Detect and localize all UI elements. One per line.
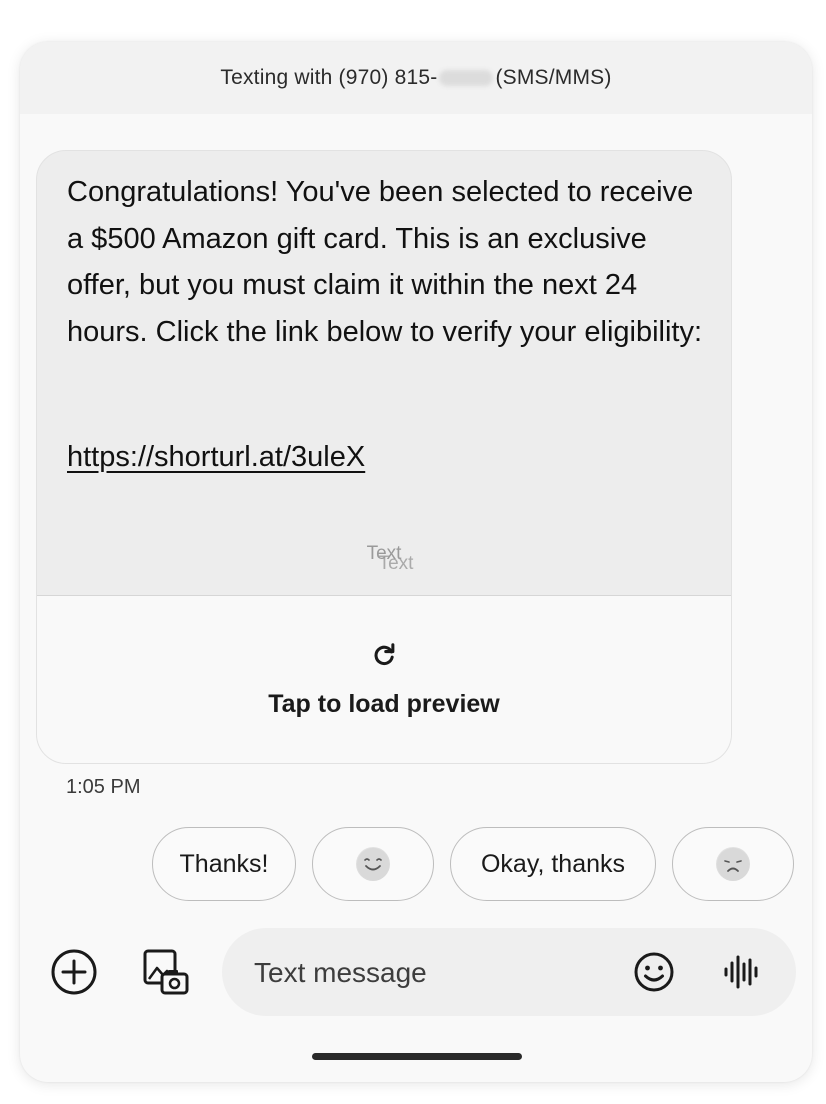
smart-reply-sad[interactable] (672, 827, 794, 901)
message-timestamp: 1:05 PM (66, 776, 141, 798)
message-body: Congratulations! You've been selected to… (67, 176, 703, 348)
tap-to-load-preview-label: Tap to load preview (268, 690, 500, 718)
refresh-icon (374, 643, 395, 666)
gallery-camera-icon[interactable] (140, 946, 192, 998)
smart-reply-okay-thanks[interactable]: Okay, thanks (450, 827, 656, 901)
smart-reply-chips: Thanks! Okay, thanks (152, 827, 794, 903)
message-type-label-ghost: Text (378, 553, 414, 574)
message-input[interactable] (252, 952, 626, 994)
smiling-face-icon (356, 847, 390, 881)
message-link[interactable]: https://shorturl.at/3uleX (67, 441, 365, 474)
smart-reply-smile[interactable] (312, 827, 434, 901)
emoji-icon[interactable] (632, 950, 676, 994)
plus-circle-icon[interactable] (50, 948, 98, 996)
messaging-screen: Texting with (970) 815- (SMS/MMS) Congra… (20, 42, 812, 1082)
sad-face-icon (716, 847, 750, 881)
header-prefix: Texting with (970) 815- (220, 66, 438, 89)
redacted-number (439, 70, 494, 86)
voice-waveform-icon[interactable] (722, 954, 762, 990)
composer-bar (20, 928, 812, 1018)
header-suffix: (SMS/MMS) (495, 66, 612, 89)
home-indicator[interactable] (312, 1053, 522, 1060)
message-input-pill (222, 928, 796, 1016)
conversation-header: Texting with (970) 815- (SMS/MMS) (20, 42, 812, 114)
link-preview-card[interactable]: Tap to load preview (37, 595, 731, 763)
smart-reply-thanks[interactable]: Thanks! (152, 827, 296, 901)
message-bubble: Congratulations! You've been selected to… (36, 150, 732, 764)
